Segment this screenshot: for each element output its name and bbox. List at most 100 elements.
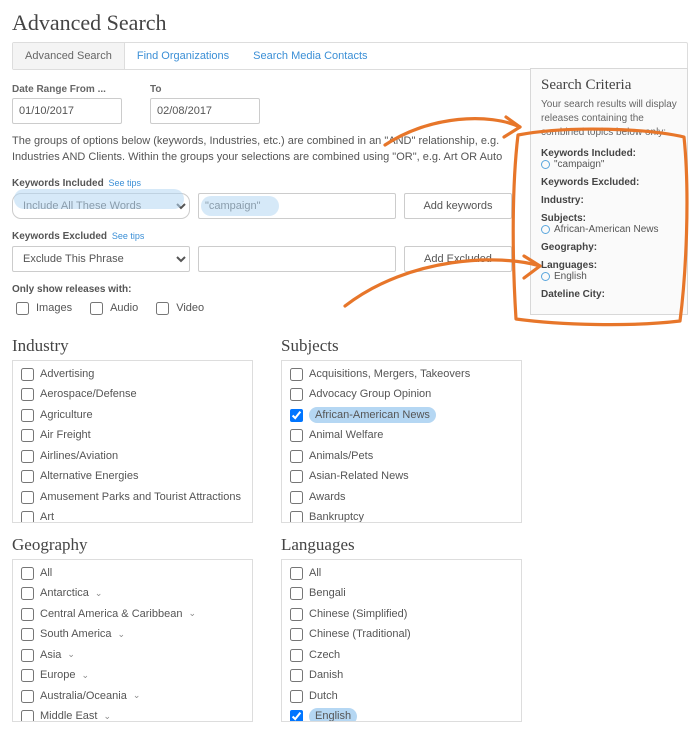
languages-listbox[interactable]: AllBengali Chinese (Simplified)Chinese (T…	[281, 559, 522, 722]
list-item-checkbox[interactable]	[290, 710, 303, 722]
list-item-checkbox[interactable]	[290, 429, 303, 442]
list-item[interactable]: Animal Welfare	[282, 425, 521, 446]
chevron-down-icon: ⌄	[103, 710, 111, 722]
list-item-label: Aerospace/Defense	[40, 386, 137, 403]
list-item-label: Central America & Caribbean	[40, 606, 182, 623]
list-item[interactable]: Dutch	[282, 686, 521, 707]
list-item-label: Agriculture	[40, 407, 93, 424]
list-item-checkbox[interactable]	[21, 470, 34, 483]
list-item-label: Advocacy Group Opinion	[309, 386, 431, 403]
search-criteria-sub: Your search results will display release…	[541, 98, 677, 140]
list-item[interactable]: All	[282, 563, 521, 584]
list-item[interactable]: Advertising	[13, 364, 252, 385]
industry-listbox[interactable]: AdvertisingAerospace/DefenseAgricultureA…	[12, 360, 253, 523]
list-item[interactable]: Amusement Parks and Tourist Attractions	[13, 487, 252, 508]
list-item[interactable]: Australia/Oceania ⌄	[13, 686, 252, 707]
list-item[interactable]: Bengali	[282, 583, 521, 604]
list-item-checkbox[interactable]	[21, 429, 34, 442]
list-item[interactable]: Czech	[282, 645, 521, 666]
list-item-checkbox[interactable]	[290, 628, 303, 641]
list-item[interactable]: Aerospace/Defense	[13, 384, 252, 405]
list-item[interactable]: Middle East ⌄	[13, 706, 252, 722]
list-item[interactable]: Air Freight	[13, 425, 252, 446]
list-item[interactable]: Bankruptcy	[282, 507, 521, 523]
list-item-checkbox[interactable]	[21, 587, 34, 600]
see-tips-link-2[interactable]: See tips	[112, 231, 145, 241]
list-item[interactable]: Awards	[282, 487, 521, 508]
subjects-listbox[interactable]: Acquisitions, Mergers, TakeoversAdvocacy…	[281, 360, 522, 523]
list-item-checkbox[interactable]	[290, 450, 303, 463]
date-to-input[interactable]	[150, 98, 260, 124]
list-item-checkbox[interactable]	[290, 690, 303, 703]
list-item-label: Asia	[40, 647, 61, 664]
list-item[interactable]: Advocacy Group Opinion	[282, 384, 521, 405]
list-item-checkbox[interactable]	[290, 567, 303, 580]
list-item[interactable]: Animals/Pets	[282, 446, 521, 467]
list-item-checkbox[interactable]	[21, 608, 34, 621]
list-item[interactable]: Chinese (Traditional)	[282, 624, 521, 645]
list-item-checkbox[interactable]	[21, 491, 34, 504]
keywords-included-mode-select[interactable]: Include All These Words	[12, 193, 190, 219]
keywords-excluded-input[interactable]	[198, 246, 396, 272]
list-item-label: Asian-Related News	[309, 468, 409, 485]
tab-advanced-search[interactable]: Advanced Search	[13, 43, 125, 69]
list-item-checkbox[interactable]	[290, 491, 303, 504]
see-tips-link[interactable]: See tips	[108, 178, 141, 188]
list-item-label: South America	[40, 626, 112, 643]
list-item-checkbox[interactable]	[290, 511, 303, 523]
list-item-checkbox[interactable]	[290, 470, 303, 483]
filter-video-checkbox[interactable]: Video	[152, 299, 204, 318]
list-item[interactable]: Central America & Caribbean ⌄	[13, 604, 252, 625]
tab-find-organizations[interactable]: Find Organizations	[125, 43, 241, 69]
list-item[interactable]: Alternative Energies	[13, 466, 252, 487]
list-item-checkbox[interactable]	[290, 587, 303, 600]
list-item[interactable]: Antarctica ⌄	[13, 583, 252, 604]
filter-images-checkbox[interactable]: Images	[12, 299, 72, 318]
list-item[interactable]: African-American News	[282, 405, 521, 426]
list-item[interactable]: Danish	[282, 665, 521, 686]
list-item-checkbox[interactable]	[290, 669, 303, 682]
list-item-checkbox[interactable]	[290, 368, 303, 381]
geography-listbox[interactable]: AllAntarctica ⌄Central America & Caribbe…	[12, 559, 253, 722]
list-item[interactable]: All	[13, 563, 252, 584]
list-item[interactable]: South America ⌄	[13, 624, 252, 645]
list-item-checkbox[interactable]	[290, 608, 303, 621]
date-from-input[interactable]	[12, 98, 122, 124]
list-item[interactable]: Asian-Related News	[282, 466, 521, 487]
list-item-checkbox[interactable]	[21, 511, 34, 523]
add-excluded-button[interactable]: Add Excluded	[404, 246, 512, 272]
tab-search-media-contacts[interactable]: Search Media Contacts	[241, 43, 379, 69]
list-item-checkbox[interactable]	[290, 388, 303, 401]
list-item-checkbox[interactable]	[21, 450, 34, 463]
list-item[interactable]: Chinese (Simplified)	[282, 604, 521, 625]
list-item-label: Bankruptcy	[309, 509, 364, 523]
list-item-checkbox[interactable]	[21, 710, 34, 722]
list-item-checkbox[interactable]	[290, 409, 303, 422]
list-item-label: Bengali	[309, 585, 346, 602]
list-item-checkbox[interactable]	[21, 409, 34, 422]
list-item-checkbox[interactable]	[21, 567, 34, 580]
radio-icon	[541, 225, 550, 234]
list-item[interactable]: Asia ⌄	[13, 645, 252, 666]
list-item-checkbox[interactable]	[21, 368, 34, 381]
search-criteria-panel: Search Criteria Your search results will…	[530, 68, 688, 315]
keywords-excluded-mode-select[interactable]: Exclude This Phrase	[12, 246, 190, 272]
list-item[interactable]: Europe ⌄	[13, 665, 252, 686]
add-keywords-button[interactable]: Add keywords	[404, 193, 512, 219]
list-item-label: Airlines/Aviation	[40, 448, 118, 465]
list-item-checkbox[interactable]	[21, 669, 34, 682]
list-item[interactable]: Art	[13, 507, 252, 523]
list-item-label: Middle East	[40, 708, 97, 722]
list-item[interactable]: Airlines/Aviation	[13, 446, 252, 467]
filter-audio-checkbox[interactable]: Audio	[86, 299, 138, 318]
list-item-label: Danish	[309, 667, 343, 684]
keywords-included-input[interactable]	[198, 193, 396, 219]
list-item-checkbox[interactable]	[21, 628, 34, 641]
list-item-checkbox[interactable]	[21, 388, 34, 401]
combination-description: The groups of options below (keywords, I…	[12, 134, 512, 166]
list-item[interactable]: Agriculture	[13, 405, 252, 426]
list-item[interactable]: Acquisitions, Mergers, Takeovers	[282, 364, 521, 385]
list-item-checkbox[interactable]	[21, 690, 34, 703]
list-item[interactable]: English	[282, 706, 521, 722]
chevron-down-icon: ⌄	[67, 648, 75, 662]
